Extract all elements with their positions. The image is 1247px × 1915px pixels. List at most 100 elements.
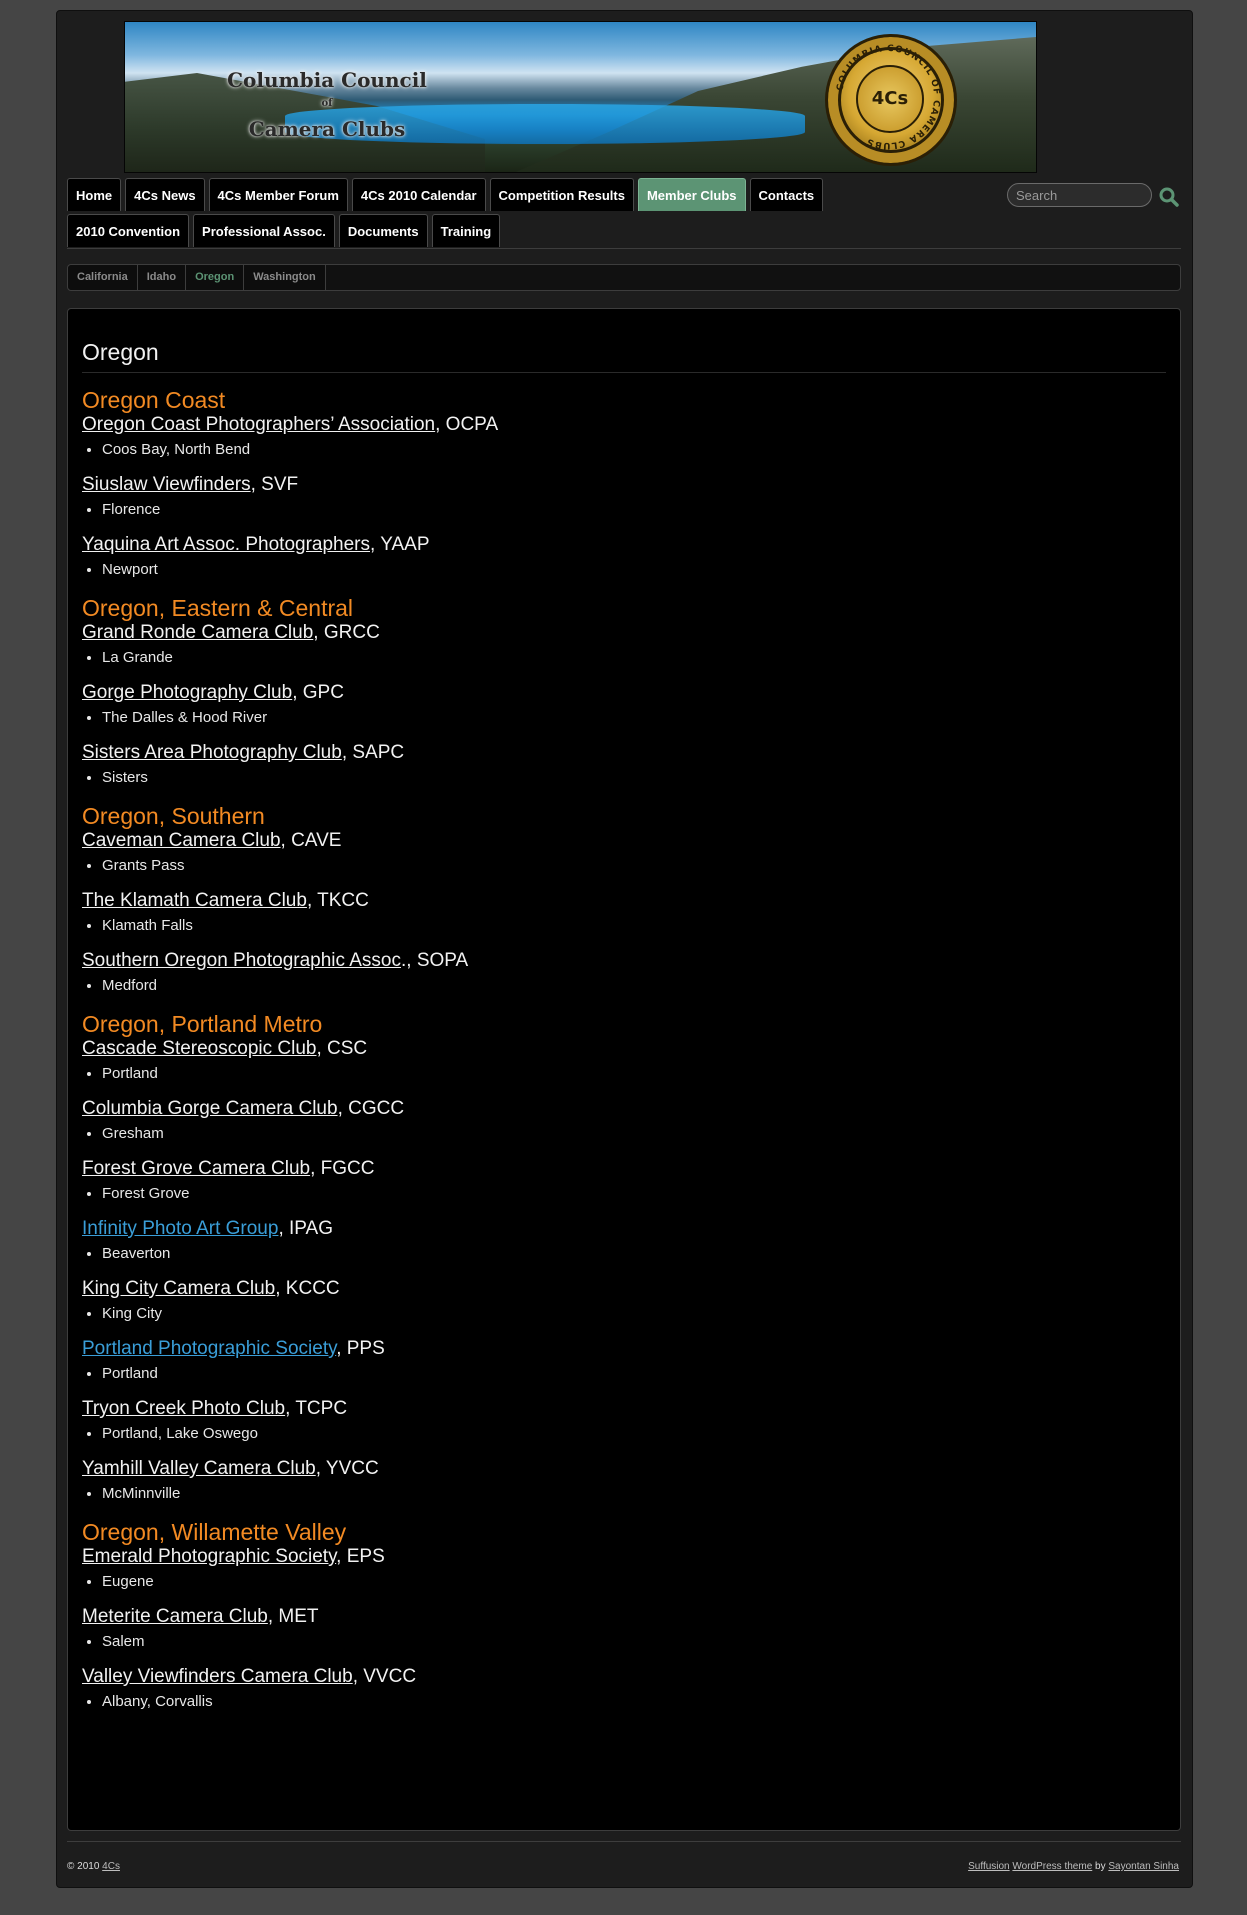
club-link[interactable]: Portland Photographic Society (82, 1338, 336, 1359)
club-link[interactable]: Oregon Coast Photographers’ Association (82, 414, 435, 435)
club-location-list: McMinnville (82, 1483, 1166, 1505)
club-link[interactable]: King City Camera Club (82, 1278, 275, 1299)
club-abbreviation: , OCPA (435, 414, 499, 435)
club-location-list: Albany, Corvallis (82, 1691, 1166, 1713)
copyright-text: © 2010 (67, 1861, 103, 1872)
nav-2010-convention[interactable]: 2010 Convention (67, 214, 190, 247)
footer-author-link[interactable]: Sayontan Sinha (1108, 1861, 1179, 1872)
club-abbreviation: , CAVE (280, 830, 342, 851)
subnav-california[interactable]: California (68, 265, 138, 290)
search-input[interactable] (1007, 183, 1152, 207)
club-name-line: The Klamath Camera Club, TKCC (82, 889, 1166, 913)
club-entry: Valley Viewfinders Camera Club, VVCC Alba… (82, 1665, 1166, 1713)
club-entry: Grand Ronde Camera Club, GRCCLa Grande (82, 621, 1166, 669)
club-location: Medford (102, 975, 1166, 997)
footer-site-link[interactable]: 4Cs (102, 1861, 120, 1872)
page-title: Oregon (82, 339, 1166, 373)
club-link[interactable]: Sisters Area Photography Club (82, 742, 342, 763)
nav-contacts[interactable]: Contacts (749, 178, 824, 211)
club-link[interactable]: Valley Viewfinders Camera Club (82, 1666, 353, 1687)
club-location: McMinnville (102, 1483, 1166, 1505)
club-entry: Portland Photographic Society, PPSPortla… (82, 1337, 1166, 1385)
club-entry: Meterite Camera Club, METSalem (82, 1605, 1166, 1653)
footer-credits: Suffusion WordPress theme by Sayontan Si… (968, 1861, 1179, 1872)
club-link[interactable]: Cascade Stereoscopic Club (82, 1038, 316, 1059)
club-link[interactable]: Infinity Photo Art Group (82, 1218, 278, 1239)
club-link[interactable]: Columbia Gorge Camera Club (82, 1098, 338, 1119)
main-nav-row1: Home 4Cs News 4Cs Member Forum 4Cs 2010 … (67, 178, 824, 211)
club-name-line: Cascade Stereoscopic Club, CSC (82, 1037, 1166, 1061)
club-link[interactable]: The Klamath Camera Club (82, 890, 307, 911)
club-location: Forest Grove (102, 1183, 1166, 1205)
nav-member-clubs[interactable]: Member Clubs (637, 178, 746, 211)
club-link[interactable]: Yamhill Valley Camera Club (82, 1458, 316, 1479)
nav-divider (67, 248, 1181, 249)
club-link[interactable]: Gorge Photography Club (82, 682, 292, 703)
club-location-list: King City (82, 1303, 1166, 1325)
club-abbreviation: , GPC (292, 682, 344, 703)
club-link[interactable]: Tryon Creek Photo Club (82, 1398, 285, 1419)
header-banner[interactable]: Columbia Council of Camera Clubs COLUMBI… (124, 21, 1037, 173)
club-link[interactable]: Southern Oregon Photographic Assoc (82, 950, 401, 971)
club-location-list: Gresham (82, 1123, 1166, 1145)
region-heading: Oregon, Willamette Valley (82, 1519, 347, 1545)
club-entry: Cascade Stereoscopic Club, CSCPortland (82, 1037, 1166, 1085)
club-abbreviation: , CGCC (337, 1098, 405, 1119)
club-abbreviation: , GRCC (313, 622, 380, 643)
club-entry: The Klamath Camera Club, TKCCKlamath Fal… (82, 889, 1166, 937)
club-location: Beaverton (102, 1243, 1166, 1265)
page-wrapper: Columbia Council of Camera Clubs COLUMBI… (56, 10, 1193, 1888)
club-link[interactable]: Emerald Photographic Society (82, 1546, 336, 1567)
club-location-list: Newport (82, 559, 1166, 581)
club-name-line: Meterite Camera Club, MET (82, 1605, 1166, 1629)
club-entry: Forest Grove Camera Club, FGCC Forest Gro… (82, 1157, 1166, 1205)
club-location: Newport (102, 559, 1166, 581)
club-location: Portland (102, 1063, 1166, 1085)
club-name-line: King City Camera Club, KCCC (82, 1277, 1166, 1301)
club-location-list: Salem (82, 1631, 1166, 1653)
club-abbreviation: , FGCC (310, 1158, 375, 1179)
club-abbreviation: , VVCC (352, 1666, 417, 1687)
search-icon[interactable] (1158, 186, 1180, 208)
footer-wordpress-link[interactable]: WordPress theme (1012, 1861, 1092, 1872)
club-location-list: Klamath Falls (82, 915, 1166, 937)
club-abbreviation: , EPS (336, 1546, 385, 1567)
main-content: Oregon Oregon Coast Oregon Coast Photogra… (67, 308, 1181, 1831)
club-link[interactable]: Forest Grove Camera Club (82, 1158, 310, 1179)
club-link[interactable]: Grand Ronde Camera Club (82, 622, 313, 643)
club-entry: Southern Oregon Photographic Assoc., SOP… (82, 949, 1166, 997)
subnav-oregon[interactable]: Oregon (186, 265, 245, 290)
club-link[interactable]: Siuslaw Viewfinders (82, 474, 251, 495)
region-heading: Oregon, Southern (82, 803, 265, 829)
club-entry: Gorge Photography Club, GPCThe Dalles & … (82, 681, 1166, 729)
club-location-list: Florence (82, 499, 1166, 521)
nav-training[interactable]: Training (431, 214, 501, 247)
club-name-line: Southern Oregon Photographic Assoc., SOP… (82, 949, 1166, 973)
nav-member-forum[interactable]: 4Cs Member Forum (208, 178, 348, 211)
nav-competition-results[interactable]: Competition Results (489, 178, 634, 211)
club-link[interactable]: Yaquina Art Assoc. Photographers (82, 534, 370, 555)
footer-theme-link[interactable]: Suffusion (968, 1861, 1010, 1872)
club-abbreviation: , MET (267, 1606, 319, 1627)
nav-professional-assoc[interactable]: Professional Assoc. (193, 214, 335, 247)
nav-documents[interactable]: Documents (338, 214, 428, 247)
subnav-idaho[interactable]: Idaho (137, 265, 187, 290)
site-title-line2: of (321, 98, 333, 109)
sub-nav: California Idaho Oregon Washington (67, 264, 1181, 291)
nav-home[interactable]: Home (67, 178, 122, 211)
club-link[interactable]: Caveman Camera Club (82, 830, 281, 851)
subnav-washington[interactable]: Washington (244, 265, 326, 290)
club-abbreviation: , SAPC (341, 742, 405, 763)
club-link[interactable]: Meterite Camera Club (82, 1606, 268, 1627)
club-location-list: Grants Pass (82, 855, 1166, 877)
club-abbreviation: , SVF (250, 474, 299, 495)
footer-by-text: by (1092, 1861, 1109, 1872)
club-abbreviation: , CSC (316, 1038, 368, 1059)
club-location-list: Sisters (82, 767, 1166, 789)
nav-calendar[interactable]: 4Cs 2010 Calendar (351, 178, 486, 211)
footer-copyright: © 2010 4Cs (67, 1861, 120, 1872)
club-abbreviation: , TCPC (285, 1398, 348, 1419)
club-location-list: Portland (82, 1363, 1166, 1385)
nav-4cs-news[interactable]: 4Cs News (125, 178, 205, 211)
main-nav-row2: 2010 Convention Professional Assoc. Docu… (67, 214, 501, 247)
